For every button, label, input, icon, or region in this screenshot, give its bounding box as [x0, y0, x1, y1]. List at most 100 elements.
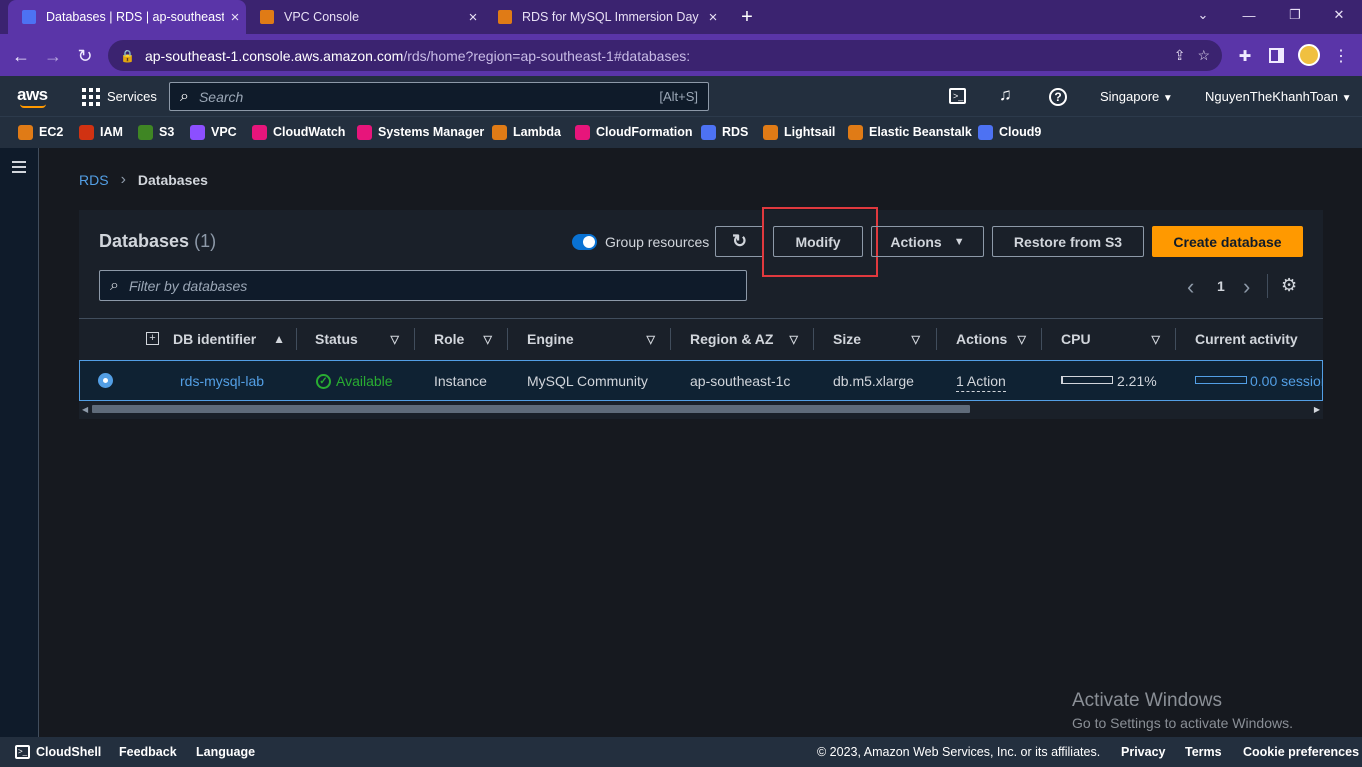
browser-tab-vpc[interactable]: VPC Console × — [246, 0, 484, 34]
footer-language[interactable]: Language — [196, 745, 255, 759]
favorite-cloudwatch[interactable]: CloudWatch — [252, 120, 345, 144]
cloudformation-icon — [575, 124, 590, 140]
minimize-icon[interactable]: — — [1226, 0, 1272, 30]
sort-icon: ▽ — [1151, 333, 1160, 346]
column-separator — [936, 328, 937, 350]
filter-databases-input[interactable]: ⌕ Filter by databases — [99, 270, 747, 301]
breadcrumb-rds[interactable]: RDS — [79, 172, 109, 188]
breadcrumb: RDS › Databases — [79, 171, 208, 189]
refresh-button[interactable]: ↻ — [715, 226, 764, 257]
favorite-systems-manager[interactable]: Systems Manager — [357, 120, 484, 144]
horizontal-scrollbar[interactable]: ◀ ▶ — [80, 403, 1322, 415]
tab-search-icon[interactable]: ⌄ — [1180, 0, 1226, 30]
create-database-button[interactable]: Create database — [1152, 226, 1303, 257]
favorite-rds[interactable]: RDS — [701, 120, 748, 144]
cloudshell-icon[interactable]: >_ — [949, 88, 966, 104]
scroll-left-icon[interactable]: ◀ — [82, 405, 88, 414]
panel-title: Databases (1) — [99, 231, 217, 251]
aws-search-input[interactable]: ⌕ Search [Alt+S] — [169, 82, 709, 111]
column-separator — [670, 328, 671, 350]
close-tab-icon[interactable]: × — [702, 9, 724, 26]
hamburger-menu-icon[interactable] — [12, 161, 26, 173]
window-close-icon[interactable]: ✕ — [1316, 0, 1362, 30]
column-actions[interactable]: Actions ▽ — [956, 320, 1036, 358]
reload-icon[interactable]: ↻ — [71, 42, 99, 70]
column-separator — [1041, 328, 1042, 350]
breadcrumb-databases: Databases — [137, 172, 208, 188]
group-resources-toggle[interactable] — [572, 234, 597, 250]
column-status[interactable]: Status ▽ — [315, 320, 409, 358]
close-tab-icon[interactable]: × — [224, 9, 246, 26]
region-selector[interactable]: Singapore ▼ — [1100, 89, 1173, 104]
favorite-lambda[interactable]: Lambda — [492, 120, 561, 144]
favorite-s3[interactable]: S3 — [138, 120, 174, 144]
footer-terms[interactable]: Terms — [1185, 745, 1222, 759]
extensions-icon[interactable]: ✚ — [1231, 42, 1259, 70]
services-grid-icon[interactable] — [82, 88, 100, 106]
sort-icon: ▽ — [1017, 333, 1026, 346]
scroll-right-icon[interactable]: ▶ — [1314, 405, 1320, 414]
favorite-vpc[interactable]: VPC — [190, 120, 237, 144]
row-radio-selected[interactable] — [98, 373, 113, 388]
bookmark-star-icon[interactable]: ☆ — [1197, 47, 1210, 64]
footer-feedback[interactable]: Feedback — [119, 745, 177, 759]
close-tab-icon[interactable]: × — [462, 9, 484, 26]
account-menu[interactable]: NguyenTheKhanhToan ▼ — [1205, 89, 1352, 104]
share-icon[interactable]: ⇪ — [1174, 47, 1186, 64]
column-size[interactable]: Size ▽ — [833, 320, 930, 358]
column-region-az[interactable]: Region & AZ ▽ — [690, 320, 808, 358]
footer-privacy[interactable]: Privacy — [1121, 745, 1165, 759]
footer-cookie-preferences[interactable]: Cookie preferences — [1243, 745, 1359, 759]
footer-cloudshell[interactable]: CloudShell — [36, 745, 101, 759]
prev-page-icon[interactable]: ‹ — [1187, 274, 1194, 300]
expand-all-icon[interactable]: + — [146, 332, 159, 345]
column-role[interactable]: Role ▽ — [434, 320, 502, 358]
browser-tab-immersion-day[interactable]: RDS for MySQL Immersion Day × — [484, 0, 724, 34]
pending-actions-link[interactable]: 1 Action — [956, 370, 1006, 392]
notifications-bell-icon[interactable]: ♫ — [999, 85, 1012, 105]
column-cpu[interactable]: CPU ▽ — [1061, 320, 1170, 358]
next-page-icon[interactable]: › — [1243, 274, 1250, 300]
favorite-elastic-beanstalk[interactable]: Elastic Beanstalk — [848, 120, 972, 144]
favorite-lightsail[interactable]: Lightsail — [763, 120, 835, 144]
column-separator — [414, 328, 415, 350]
column-engine[interactable]: Engine ▽ — [527, 320, 665, 358]
browser-menu-icon[interactable]: ⋮ — [1327, 42, 1355, 70]
activate-windows-subtitle: Go to Settings to activate Windows. — [1072, 715, 1293, 731]
profile-avatar[interactable] — [1298, 44, 1320, 66]
back-icon[interactable]: ← — [7, 42, 35, 70]
side-navigation — [0, 148, 39, 737]
console-footer: >_ CloudShell Feedback Language © 2023, … — [0, 737, 1362, 767]
favorite-iam[interactable]: IAM — [79, 120, 123, 144]
lambda-icon — [492, 124, 507, 140]
iam-icon — [79, 124, 94, 140]
actions-dropdown-button[interactable]: Actions ▼ — [871, 226, 984, 257]
new-tab-button[interactable]: + — [736, 6, 758, 28]
side-panel-icon[interactable] — [1269, 48, 1284, 63]
favorite-cloud9[interactable]: Cloud9 — [978, 120, 1041, 144]
sort-icon: ▽ — [390, 333, 399, 346]
sort-icon: ▽ — [911, 333, 920, 346]
help-icon[interactable]: ? — [1049, 88, 1067, 106]
address-bar[interactable]: 🔒 ap-southeast-1.console.aws.amazon.com /… — [108, 40, 1222, 71]
aws-favicon-icon — [498, 10, 512, 24]
current-activity-link[interactable]: 0.00 sessions — [1250, 370, 1322, 392]
restore-from-s3-button[interactable]: Restore from S3 — [992, 226, 1144, 257]
refresh-icon: ↻ — [731, 231, 748, 251]
aws-logo-smile-icon — [20, 104, 46, 108]
aws-logo[interactable]: aws — [17, 85, 48, 105]
forward-icon[interactable]: → — [39, 42, 67, 70]
activity-progress-bar — [1195, 376, 1247, 384]
services-menu[interactable]: Services — [107, 89, 157, 104]
column-db-identifier[interactable]: DB identifier ▲ — [173, 320, 295, 358]
scrollbar-thumb[interactable] — [92, 405, 970, 413]
db-identifier-link[interactable]: rds-mysql-lab — [180, 370, 264, 392]
favorite-cloudformation[interactable]: CloudFormation — [575, 120, 693, 144]
browser-tab-rds[interactable]: Databases | RDS | ap-southeast-1 × — [8, 0, 246, 34]
page-number[interactable]: 1 — [1217, 278, 1225, 294]
rds-favicon-icon — [22, 10, 36, 24]
restore-icon[interactable]: ❐ — [1272, 0, 1318, 30]
favorite-ec2[interactable]: EC2 — [18, 120, 63, 144]
settings-gear-icon[interactable]: ⚙ — [1281, 275, 1297, 296]
column-current-activity[interactable]: Current activity — [1195, 320, 1311, 358]
